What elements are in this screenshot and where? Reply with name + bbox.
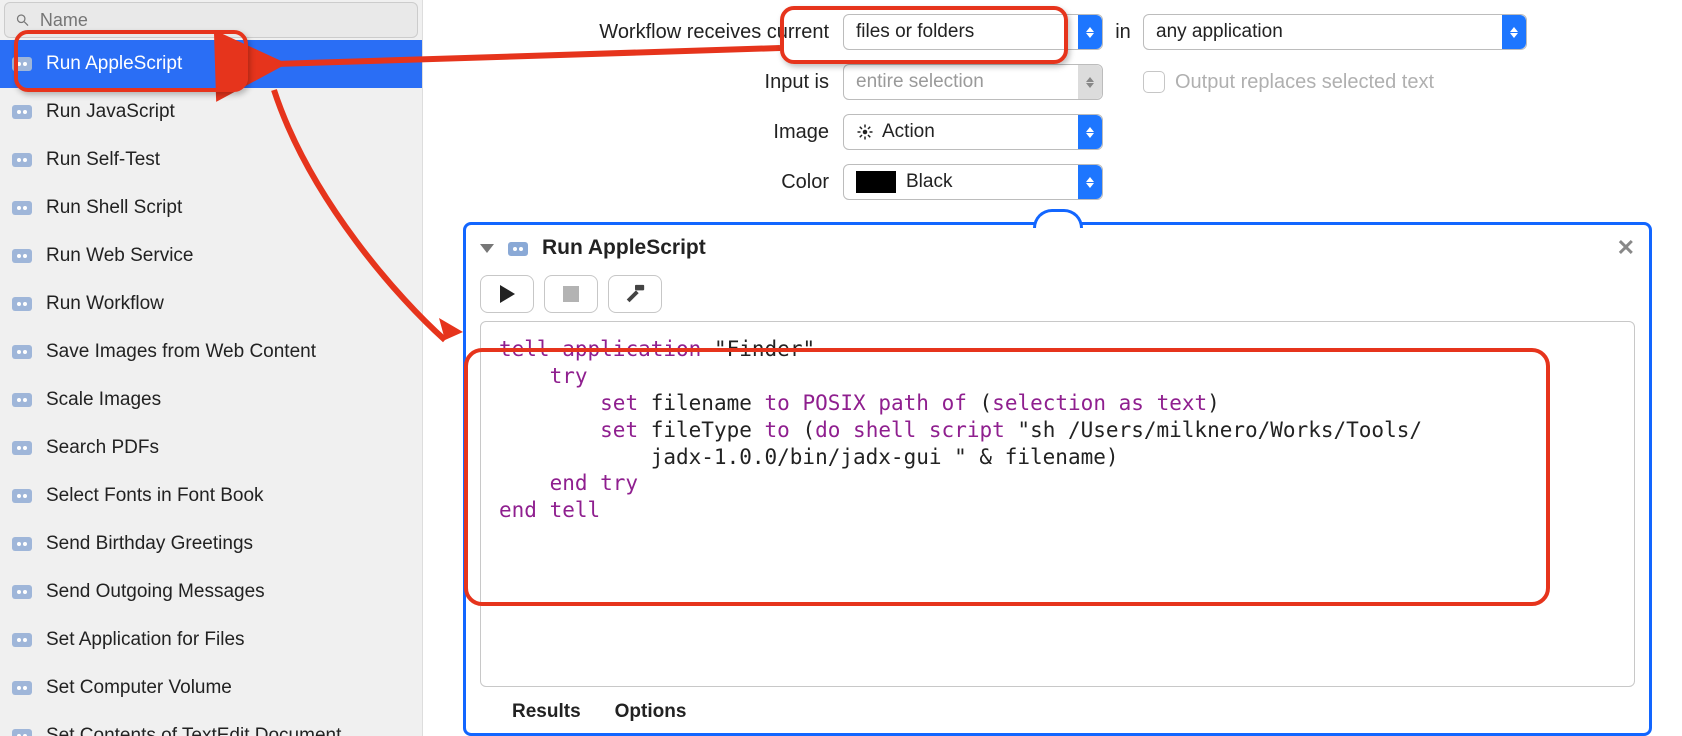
- safari-icon: [8, 340, 36, 364]
- disclosure-triangle-icon[interactable]: [480, 244, 494, 253]
- robot-applescript-icon: [8, 52, 36, 76]
- sidebar-item-label: Set Application for Files: [46, 629, 245, 651]
- stop-button[interactable]: [544, 275, 598, 313]
- sidebar-item-run-workflow[interactable]: Run Workflow: [0, 280, 422, 328]
- terminal-icon: [8, 196, 36, 220]
- contacts-icon: [8, 532, 36, 556]
- sidebar-item-label: Run Shell Script: [46, 197, 182, 219]
- play-icon: [500, 285, 515, 303]
- sidebar-item-run-applescript[interactable]: Run AppleScript: [0, 40, 422, 88]
- sidebar-item-run-web-service[interactable]: Run Web Service: [0, 232, 422, 280]
- output-replaces-row: Output replaces selected text: [1143, 71, 1652, 94]
- application-value: any application: [1156, 21, 1283, 43]
- sidebar-item-label: Run Web Service: [46, 245, 194, 267]
- sidebar-item-label: Scale Images: [46, 389, 161, 411]
- workflow-title: Run AppleScript: [542, 236, 706, 260]
- application-select[interactable]: any application: [1143, 14, 1527, 50]
- input-value: entire selection: [856, 71, 984, 93]
- robot-js-icon: [8, 100, 36, 124]
- gear-icon: [856, 123, 874, 141]
- sidebar-item-search-pdfs[interactable]: Search PDFs: [0, 424, 422, 472]
- robot-workflow-icon: [8, 292, 36, 316]
- hammer-icon: [624, 283, 646, 305]
- sidebar-item-send-birthday-greetings[interactable]: Send Birthday Greetings: [0, 520, 422, 568]
- preview-scale-icon: [8, 388, 36, 412]
- sidebar-item-set-contents-of-textedit-document[interactable]: Set Contents of TextEdit Document: [0, 712, 422, 736]
- chevron-updown-icon: [1078, 65, 1102, 99]
- color-value: Black: [906, 171, 952, 193]
- image-value: Action: [882, 121, 935, 143]
- sidebar-item-label: Run Self-Test: [46, 149, 160, 171]
- color-label: Color: [463, 171, 843, 194]
- receives-select[interactable]: files or folders: [843, 14, 1103, 50]
- sidebar-item-run-shell-script[interactable]: Run Shell Script: [0, 184, 422, 232]
- chevron-updown-icon: [1078, 165, 1102, 199]
- sidebar-item-run-javascript[interactable]: Run JavaScript: [0, 88, 422, 136]
- search-field[interactable]: [4, 2, 418, 38]
- script-editor[interactable]: tell application "Finder" try set filena…: [480, 321, 1635, 687]
- search-input[interactable]: [38, 9, 407, 32]
- chevron-updown-icon: [1502, 15, 1526, 49]
- input-select: entire selection: [843, 64, 1103, 100]
- main-panel: Workflow receives current files or folde…: [423, 0, 1682, 736]
- sidebar-item-set-application-for-files[interactable]: Set Application for Files: [0, 616, 422, 664]
- run-button[interactable]: [480, 275, 534, 313]
- sidebar-item-label: Set Contents of TextEdit Document: [46, 725, 341, 736]
- sidebar-item-set-computer-volume[interactable]: Set Computer Volume: [0, 664, 422, 712]
- script-toolbar: [480, 275, 1635, 313]
- mail-icon: [8, 580, 36, 604]
- sidebar-item-label: Set Computer Volume: [46, 677, 232, 699]
- sidebar-item-label: Send Birthday Greetings: [46, 533, 253, 555]
- close-icon[interactable]: ✕: [1617, 235, 1635, 261]
- search-icon: [15, 12, 30, 28]
- finder-icon: [8, 628, 36, 652]
- preview-search-icon: [8, 436, 36, 460]
- sidebar-item-label: Select Fonts in Font Book: [46, 485, 264, 507]
- receives-label: Workflow receives current: [463, 21, 843, 44]
- sidebar-item-label: Run JavaScript: [46, 101, 175, 123]
- actions-list[interactable]: Run AppleScript Run JavaScript Run Self-Te…: [0, 40, 422, 736]
- tab-results[interactable]: Results: [512, 701, 581, 723]
- tools-cross-icon: [8, 148, 36, 172]
- systemprefs-icon: [8, 676, 36, 700]
- color-select[interactable]: Black: [843, 164, 1103, 200]
- sidebar-item-label: Run Workflow: [46, 293, 164, 315]
- automator-action-icon: [504, 236, 532, 260]
- textedit-icon: [8, 724, 36, 736]
- image-select[interactable]: Action: [843, 114, 1103, 150]
- sidebar-item-label: Search PDFs: [46, 437, 159, 459]
- sidebar-item-scale-images[interactable]: Scale Images: [0, 376, 422, 424]
- sidebar-item-send-outgoing-messages[interactable]: Send Outgoing Messages: [0, 568, 422, 616]
- sidebar-item-label: Run AppleScript: [46, 53, 182, 75]
- input-label: Input is: [463, 71, 843, 94]
- sidebar-item-label: Send Outgoing Messages: [46, 581, 265, 603]
- sidebar-item-run-self-test[interactable]: Run Self-Test: [0, 136, 422, 184]
- sidebar-item-save-images-from-web-content[interactable]: Save Images from Web Content: [0, 328, 422, 376]
- compile-button[interactable]: [608, 275, 662, 313]
- fontbook-icon: [8, 484, 36, 508]
- in-label: in: [1103, 21, 1143, 44]
- actions-sidebar: Run AppleScript Run JavaScript Run Self-Te…: [0, 0, 423, 736]
- color-swatch: [856, 171, 896, 193]
- output-replaces-checkbox: [1143, 71, 1165, 93]
- workflow-action: Run AppleScript ✕ tell application "Find…: [463, 222, 1652, 736]
- stop-icon: [563, 286, 579, 302]
- sidebar-item-label: Save Images from Web Content: [46, 341, 316, 363]
- robot-web-icon: [8, 244, 36, 268]
- tab-options[interactable]: Options: [615, 701, 687, 723]
- sidebar-item-select-fonts-in-font-book[interactable]: Select Fonts in Font Book: [0, 472, 422, 520]
- receives-value: files or folders: [856, 21, 974, 43]
- output-replaces-label: Output replaces selected text: [1175, 71, 1434, 94]
- image-label: Image: [463, 121, 843, 144]
- chevron-updown-icon: [1078, 15, 1102, 49]
- chevron-updown-icon: [1078, 115, 1102, 149]
